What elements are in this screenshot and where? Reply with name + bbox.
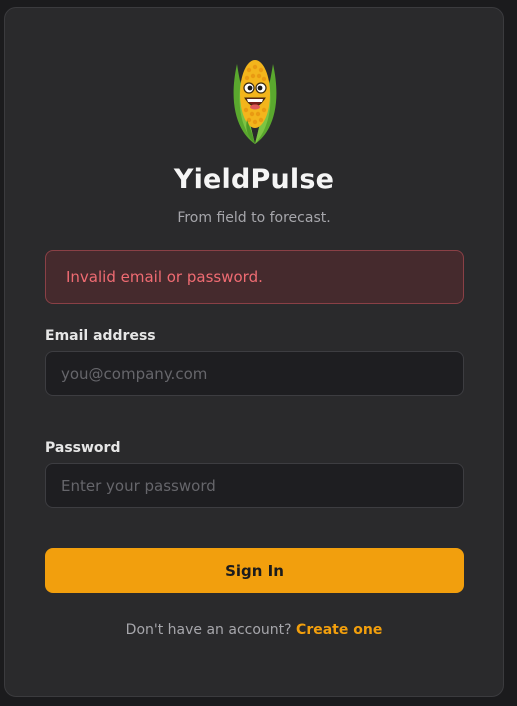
error-message: Invalid email or password. [66,268,263,286]
login-card: YieldPulse From field to forecast. Inval… [4,7,504,697]
password-label: Password [45,440,121,456]
email-label: Email address [45,328,156,344]
corn-mascot-icon [233,60,277,144]
error-alert: Invalid email or password. [45,250,464,304]
signup-prompt: Don't have an account? Create one [5,622,503,638]
sign-in-button[interactable]: Sign In [45,548,464,593]
signup-prompt-text: Don't have an account? [125,622,292,638]
app-tagline: From field to forecast. [177,210,331,226]
create-account-link[interactable]: Create one [296,622,382,638]
password-field[interactable] [45,463,464,508]
email-field[interactable] [45,351,464,396]
app-name: YieldPulse [173,164,335,195]
